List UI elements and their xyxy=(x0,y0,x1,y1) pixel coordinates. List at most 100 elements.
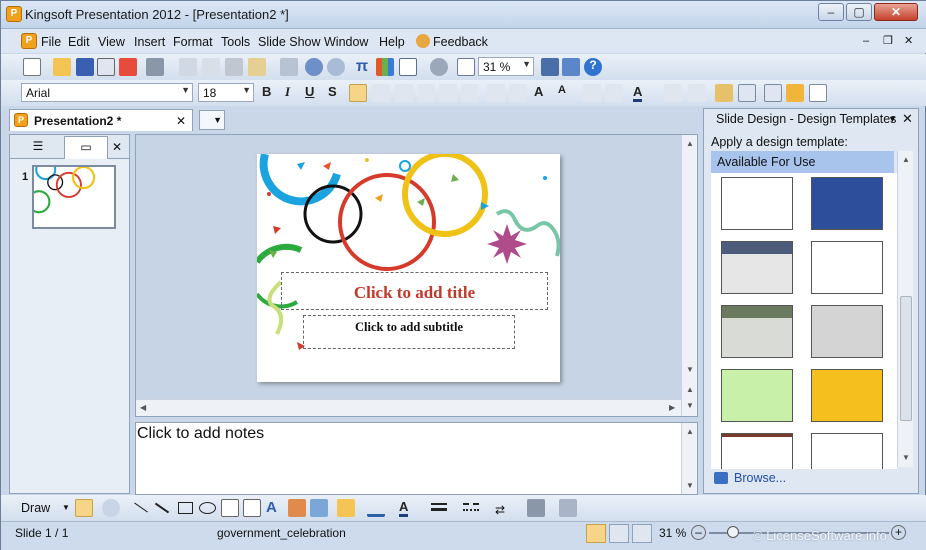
arrow-icon[interactable] xyxy=(154,502,170,514)
design-icon[interactable] xyxy=(715,84,733,102)
menu-help[interactable]: Help xyxy=(379,35,405,49)
task-pane-scrollbar[interactable]: ▲ ▼ xyxy=(897,151,913,467)
clipart-icon[interactable] xyxy=(288,499,306,517)
menu-window[interactable]: Window xyxy=(324,35,368,49)
line-icon[interactable] xyxy=(134,502,148,513)
shadow-button[interactable]: S xyxy=(328,84,337,99)
print-preview-icon[interactable] xyxy=(179,58,197,76)
redo-icon[interactable] xyxy=(327,58,345,76)
decrease-indent-icon[interactable] xyxy=(583,84,601,102)
chevron-down-icon[interactable]: ▼ xyxy=(62,503,70,512)
decrease-font-icon[interactable]: A xyxy=(558,84,566,96)
format-painter-icon[interactable] xyxy=(280,58,298,76)
maximize-button[interactable]: ▢ xyxy=(846,3,872,21)
previous-slide-icon[interactable]: ▲ xyxy=(682,385,698,394)
underline-button[interactable]: U xyxy=(305,84,314,99)
slide-thumbnail-1[interactable] xyxy=(27,159,116,229)
minimize-button[interactable]: – xyxy=(818,3,844,21)
find-icon[interactable] xyxy=(541,58,559,76)
doc-minimize-button[interactable]: – xyxy=(863,35,869,47)
slide-canvas[interactable]: Click to add title Click to add subtitle xyxy=(257,154,560,382)
template-thumbnail[interactable] xyxy=(811,177,883,230)
bold-button[interactable]: B xyxy=(262,84,271,99)
3d-icon[interactable] xyxy=(559,499,577,517)
rectangle-icon[interactable] xyxy=(178,502,193,514)
task-pane-close-icon[interactable]: ✕ xyxy=(902,111,913,127)
tab-presentation2[interactable]: P Presentation2 * ✕ xyxy=(9,109,193,131)
menu-view[interactable]: View xyxy=(98,35,125,49)
template-thumbnail[interactable] xyxy=(721,305,793,358)
slideshow-icon[interactable] xyxy=(632,524,652,543)
zoom-combo[interactable]: 31 % ▼ xyxy=(478,57,534,76)
document-icon[interactable]: P xyxy=(21,33,37,49)
font-name-combo[interactable]: Arial ▼ xyxy=(21,83,193,102)
notes-page-icon[interactable] xyxy=(809,84,827,102)
justify-icon[interactable] xyxy=(417,84,435,102)
normal-view-icon[interactable] xyxy=(586,524,606,543)
scroll-up-icon[interactable]: ▲ xyxy=(682,427,698,436)
font-color-draw-icon[interactable]: A xyxy=(399,499,409,517)
tab-close-icon[interactable]: ✕ xyxy=(176,114,186,128)
align-right-icon[interactable] xyxy=(395,84,413,102)
font-size-combo[interactable]: 18 ▼ xyxy=(198,83,254,102)
ellipse-icon[interactable] xyxy=(199,502,216,514)
autoshapes-icon[interactable] xyxy=(102,499,120,517)
save-icon[interactable] xyxy=(76,58,94,76)
template-thumbnail[interactable] xyxy=(721,241,793,294)
print-icon[interactable] xyxy=(146,58,164,76)
italic-button[interactable]: I xyxy=(285,84,290,100)
menu-file[interactable]: File xyxy=(41,35,61,49)
paste-icon[interactable] xyxy=(248,58,266,76)
home-icon[interactable] xyxy=(562,58,580,76)
scroll-up-icon[interactable]: ▲ xyxy=(898,155,914,164)
notes-pane[interactable]: Click to add notes ▲ ▼ xyxy=(135,422,698,495)
subtitle-placeholder[interactable]: Click to add subtitle xyxy=(303,315,515,349)
equation-icon[interactable]: π xyxy=(353,58,371,76)
textbox-icon[interactable] xyxy=(221,499,239,517)
menu-slide-show[interactable]: Slide Show xyxy=(258,35,321,49)
line-color-icon[interactable] xyxy=(367,499,385,517)
slide-sorter-icon[interactable] xyxy=(609,524,629,543)
select-arrow-icon[interactable] xyxy=(75,499,93,517)
grid-icon[interactable] xyxy=(457,58,475,76)
zoom-in-icon[interactable]: + xyxy=(891,525,906,540)
help-icon[interactable]: ? xyxy=(584,58,602,76)
new-tab-button[interactable]: ▼ xyxy=(199,110,225,130)
notes-scrollbar[interactable]: ▲ ▼ xyxy=(681,423,697,494)
vertical-scrollbar[interactable]: ▲ ▼ ▲ ▼ xyxy=(681,135,697,416)
object-icon[interactable] xyxy=(430,58,448,76)
menu-insert[interactable]: Insert xyxy=(134,35,165,49)
task-pane-menu-icon[interactable]: ▼ xyxy=(888,114,897,124)
font-color-icon[interactable]: A xyxy=(633,84,643,102)
scroll-down-icon[interactable]: ▼ xyxy=(898,453,914,462)
pdf-icon[interactable] xyxy=(119,58,137,76)
horizontal-scrollbar[interactable]: ◀ ▶ xyxy=(136,399,681,416)
template-thumbnail[interactable] xyxy=(811,433,883,469)
doc-close-button[interactable]: ✕ xyxy=(904,34,913,47)
zoom-slider-thumb[interactable] xyxy=(727,526,739,538)
picture-icon[interactable] xyxy=(310,499,328,517)
transition-icon[interactable] xyxy=(688,84,706,102)
animation-icon[interactable] xyxy=(664,84,682,102)
new-slide-icon[interactable] xyxy=(764,84,782,102)
table-design-icon[interactable] xyxy=(786,84,804,102)
align-left-icon[interactable] xyxy=(349,84,367,102)
thumbnail-panel-close-icon[interactable]: ✕ xyxy=(112,140,122,154)
slides-tab-icon[interactable]: ▭ xyxy=(64,136,108,159)
title-placeholder[interactable]: Click to add title xyxy=(281,272,548,310)
layout-icon[interactable] xyxy=(738,84,756,102)
email-icon[interactable] xyxy=(97,58,115,76)
dash-style-icon[interactable] xyxy=(463,503,479,511)
next-slide-icon[interactable]: ▼ xyxy=(682,401,698,410)
undo-icon[interactable] xyxy=(305,58,323,76)
open-icon[interactable] xyxy=(53,58,71,76)
bullets-icon[interactable] xyxy=(509,84,527,102)
distribute-icon[interactable] xyxy=(439,84,457,102)
shadow-icon[interactable] xyxy=(527,499,545,517)
scroll-thumb[interactable] xyxy=(900,296,912,421)
vertical-textbox-icon[interactable] xyxy=(243,499,261,517)
zoom-out-icon[interactable]: – xyxy=(691,525,706,540)
cut-icon[interactable] xyxy=(225,58,243,76)
menu-tools[interactable]: Tools xyxy=(221,35,250,49)
scroll-left-icon[interactable]: ◀ xyxy=(140,403,146,412)
